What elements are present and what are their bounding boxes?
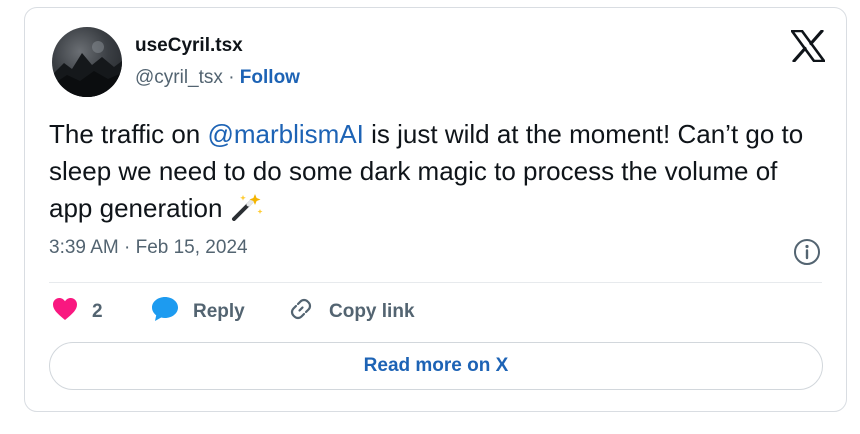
heart-icon bbox=[52, 297, 78, 327]
reply-label: Reply bbox=[193, 301, 245, 322]
like-button[interactable]: 2 bbox=[52, 295, 103, 329]
author-handle[interactable]: @cyril_tsx bbox=[135, 67, 223, 88]
magic-wand-emoji bbox=[230, 193, 264, 231]
read-more-button[interactable]: Read more on X bbox=[49, 342, 823, 390]
tweet-timestamp[interactable]: 3:39 AM · Feb 15, 2024 bbox=[49, 237, 248, 259]
avatar[interactable] bbox=[52, 27, 122, 97]
like-count: 2 bbox=[92, 301, 103, 322]
info-icon[interactable] bbox=[793, 238, 821, 266]
copy-link-button[interactable]: Copy link bbox=[287, 295, 415, 329]
link-icon bbox=[287, 295, 315, 329]
divider bbox=[49, 282, 822, 283]
mention-link[interactable]: @marblismAI bbox=[208, 119, 364, 149]
copy-link-label: Copy link bbox=[329, 301, 415, 322]
reply-button[interactable]: Reply bbox=[151, 295, 245, 329]
author-display-name[interactable]: useCyril.tsx bbox=[135, 35, 243, 57]
embedded-tweet-card: useCyril.tsx @cyril_tsx · Follow The tra… bbox=[24, 7, 847, 412]
speech-bubble-icon bbox=[151, 296, 179, 328]
handle-separator: · bbox=[228, 67, 235, 88]
tweet-text-start: The traffic on bbox=[49, 119, 208, 149]
x-logo-icon[interactable] bbox=[790, 29, 826, 63]
follow-button[interactable]: Follow bbox=[240, 67, 300, 88]
author-handle-line: @cyril_tsx · Follow bbox=[135, 67, 300, 89]
tweet-text: The traffic on @marblismAI is just wild … bbox=[49, 116, 819, 231]
